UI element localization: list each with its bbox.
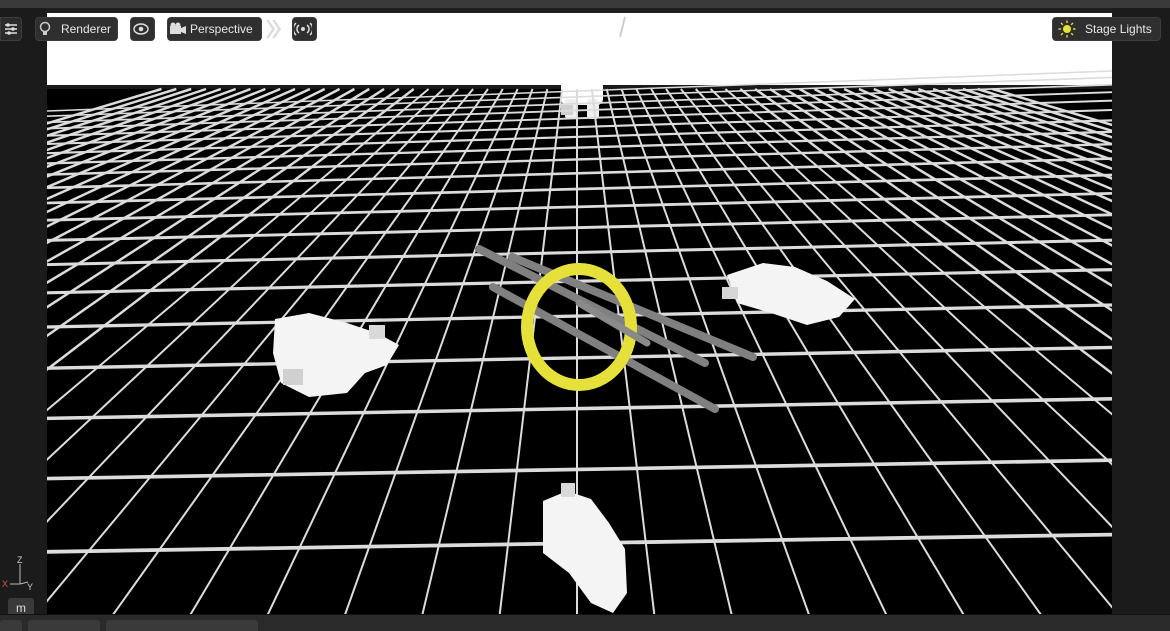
double-chevron-icon[interactable]	[264, 18, 282, 40]
grid-line	[47, 87, 266, 178]
3d-viewport[interactable]: Z X Y m Renderer Perspective Stage Light…	[0, 8, 1170, 614]
viewport-settings-button[interactable]	[0, 17, 22, 41]
scene-view[interactable]	[47, 13, 1112, 614]
axis-y-label: Y	[27, 582, 33, 592]
bottom-tab-1[interactable]	[0, 620, 22, 631]
object-left	[273, 313, 399, 397]
camera-icon	[168, 19, 188, 39]
grid-line	[47, 87, 251, 169]
viewport-left-margin	[0, 8, 47, 614]
bottom-tab-bar	[0, 614, 1170, 631]
broadcast-button[interactable]	[292, 17, 317, 41]
object-right	[722, 263, 855, 325]
eye-icon	[131, 19, 151, 39]
axis-z-label: Z	[17, 555, 23, 565]
grid-line	[47, 458, 1112, 481]
axis-gizmo: Z X Y	[2, 554, 38, 594]
mode-button[interactable]: m	[8, 598, 34, 614]
viewport-right-margin	[1112, 8, 1170, 614]
bottom-tab-3[interactable]	[106, 620, 258, 631]
stage-lights-label: Stage Lights	[1085, 22, 1152, 36]
window-title-strip	[0, 0, 1170, 8]
renderer-button[interactable]: Renderer	[35, 17, 118, 41]
display-options-button[interactable]	[130, 17, 155, 41]
camera-label: Perspective	[190, 22, 253, 36]
broadcast-icon	[293, 19, 313, 39]
light-rig-bars	[475, 245, 757, 413]
grid-line	[47, 87, 222, 152]
object-bottom	[543, 483, 627, 613]
bottom-tab-2[interactable]	[28, 620, 100, 631]
axis-x-label: X	[2, 579, 8, 589]
camera-menu-button[interactable]: Perspective	[167, 17, 262, 41]
stage-lights-button[interactable]: Stage Lights	[1052, 17, 1161, 41]
lightbulb-icon	[36, 19, 55, 39]
renderer-label: Renderer	[60, 22, 111, 36]
sun-icon	[1057, 19, 1077, 39]
settings-sliders-icon	[1, 19, 21, 39]
